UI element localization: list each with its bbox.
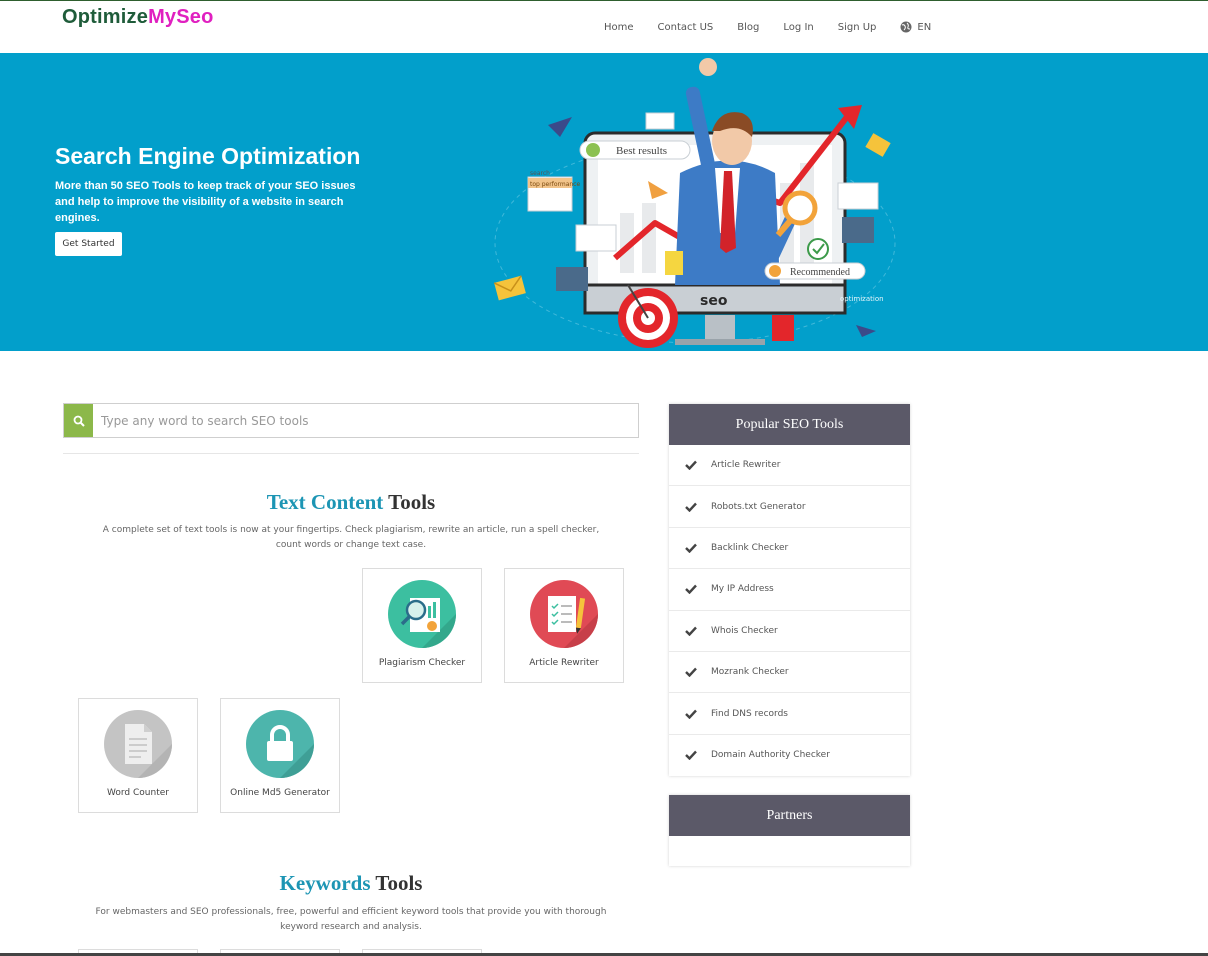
tool-card-label: Online Md5 Generator bbox=[230, 788, 330, 798]
hero-banner: Search Engine Optimization More than 50 … bbox=[0, 53, 1208, 351]
partners-panel: Partners bbox=[669, 795, 910, 866]
tool-card-label: Article Rewriter bbox=[529, 658, 599, 668]
keyword-tools-heading-rest: Tools bbox=[370, 871, 423, 895]
top-performance-label: top performance bbox=[530, 181, 580, 188]
keyword-tools-description: For webmasters and SEO professionals, fr… bbox=[95, 907, 607, 932]
popular-tools-list: Article Rewriter Robots.txt Generator Ba… bbox=[669, 445, 910, 776]
search-divider bbox=[63, 453, 639, 454]
popular-tool-item[interactable]: Article Rewriter bbox=[669, 445, 910, 487]
get-started-button[interactable]: Get Started bbox=[55, 232, 122, 256]
check-icon bbox=[685, 585, 697, 595]
popular-tool-label: Domain Authority Checker bbox=[711, 750, 830, 761]
popular-tool-item[interactable]: Find DNS records bbox=[669, 693, 910, 735]
popular-tool-item[interactable]: Whois Checker bbox=[669, 611, 910, 652]
check-icon bbox=[685, 751, 697, 761]
popular-tool-label: Article Rewriter bbox=[711, 460, 781, 471]
popular-tools-panel: Popular SEO Tools Article Rewriter Robot… bbox=[669, 404, 910, 777]
popular-tool-item[interactable]: Backlink Checker bbox=[669, 528, 910, 570]
nav-signup[interactable]: Sign Up bbox=[838, 22, 877, 33]
popular-tool-item[interactable]: My IP Address bbox=[669, 569, 910, 611]
text-tools-heading-rest: Tools bbox=[383, 490, 436, 514]
check-icon bbox=[685, 502, 697, 512]
language-label: EN bbox=[917, 21, 932, 33]
nav-login[interactable]: Log In bbox=[783, 22, 813, 33]
tool-card-label: Plagiarism Checker bbox=[378, 658, 466, 668]
popular-tool-item[interactable]: Domain Authority Checker bbox=[669, 735, 910, 776]
check-icon bbox=[685, 626, 697, 636]
text-tools-description: A complete set of text tools is now at y… bbox=[102, 525, 600, 550]
tool-card-article-rewriter[interactable]: Article Rewriter bbox=[504, 568, 624, 683]
check-icon bbox=[685, 709, 697, 719]
hero-title: Search Engine Optimization bbox=[55, 143, 361, 169]
text-tools-heading-highlight: Text Content bbox=[266, 490, 384, 514]
logo-part-1: Optimize bbox=[62, 6, 149, 28]
search-note-label: search bbox=[530, 170, 550, 177]
check-icon bbox=[685, 460, 697, 471]
best-results-tag: Best results bbox=[616, 145, 667, 157]
popular-tool-label: Mozrank Checker bbox=[711, 667, 789, 678]
magnifier-report-icon bbox=[388, 580, 456, 648]
logo-part-2: MySeo bbox=[148, 6, 214, 28]
text-tools-heading: Text Content Tools bbox=[63, 490, 639, 515]
checklist-pencil-icon bbox=[530, 580, 598, 648]
globe-icon bbox=[900, 21, 912, 33]
popular-tool-item[interactable]: Robots.txt Generator bbox=[669, 486, 910, 528]
tool-search-bar bbox=[63, 403, 639, 438]
recommended-tag: Recommended bbox=[790, 267, 850, 278]
lock-icon bbox=[246, 710, 314, 778]
popular-tools-title: Popular SEO Tools bbox=[669, 404, 910, 445]
check-icon bbox=[685, 543, 697, 553]
popular-tool-label: Backlink Checker bbox=[711, 542, 789, 553]
popular-tool-label: Find DNS records bbox=[711, 708, 788, 719]
tool-card-md5-generator[interactable]: Online Md5 Generator bbox=[220, 698, 340, 813]
keyword-tools-heading: Keywords Tools bbox=[63, 871, 639, 896]
keyword-tools-heading-highlight: Keywords bbox=[279, 871, 371, 895]
check-icon bbox=[685, 667, 697, 678]
main-nav: Home Contact US Blog Log In Sign Up EN bbox=[604, 21, 931, 33]
site-logo[interactable]: OptimizeMySeo bbox=[62, 6, 214, 29]
popular-tool-label: Whois Checker bbox=[711, 625, 778, 636]
monitor-seo-label: seo bbox=[700, 293, 728, 309]
language-selector[interactable]: EN bbox=[900, 21, 931, 33]
popular-tool-item[interactable]: Mozrank Checker bbox=[669, 652, 910, 694]
tool-search-input[interactable] bbox=[93, 404, 638, 437]
nav-blog[interactable]: Blog bbox=[737, 22, 759, 33]
popular-tool-label: My IP Address bbox=[711, 584, 774, 595]
document-icon bbox=[104, 710, 172, 778]
partners-title: Partners bbox=[669, 795, 910, 836]
nav-home[interactable]: Home bbox=[604, 22, 634, 33]
tool-card-label: Word Counter bbox=[107, 788, 169, 798]
search-icon[interactable] bbox=[64, 404, 93, 437]
tool-card-word-counter[interactable]: Word Counter bbox=[78, 698, 198, 813]
tool-card-plagiarism-checker[interactable]: Plagiarism Checker bbox=[362, 568, 482, 683]
optimization-note-label: optimization bbox=[840, 295, 884, 303]
hero-subtitle: More than 50 SEO Tools to keep track of … bbox=[55, 180, 356, 224]
nav-contact[interactable]: Contact US bbox=[658, 22, 714, 33]
navbar: OptimizeMySeo Home Contact US Blog Log I… bbox=[0, 1, 1208, 53]
seo-illustration: seo Best results Recommended search top … bbox=[493, 58, 896, 348]
popular-tool-label: Robots.txt Generator bbox=[711, 501, 806, 512]
